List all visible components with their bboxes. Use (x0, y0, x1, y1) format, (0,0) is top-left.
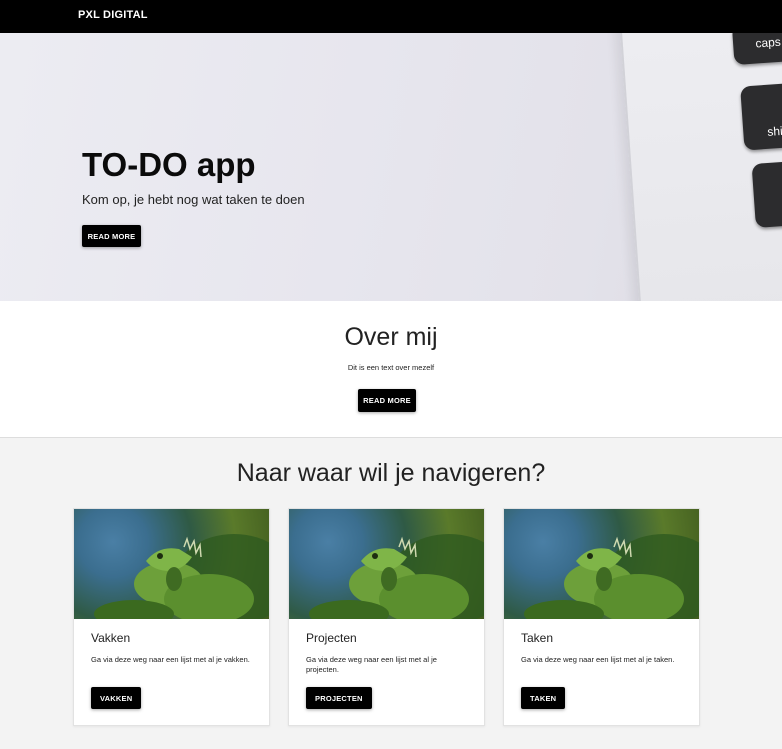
card-projecten: Projecten Ga via deze weg naar een lijst… (288, 508, 485, 726)
card-title: Taken (521, 631, 554, 645)
card-vakken: Vakken Ga via deze weg naar een lijst me… (73, 508, 270, 726)
hero-subtitle: Kom op, je hebt nog wat taken te doen (82, 192, 305, 207)
keyboard-key: fn (751, 159, 782, 228)
hero-title: TO-DO app (82, 146, 256, 183)
card-text: Ga via deze weg naar een lijst met al je… (306, 655, 437, 674)
about-section: Over mij Dit is een text over mezelf REA… (0, 301, 782, 438)
iguana-image (289, 509, 484, 619)
about-title: Over mij (344, 323, 438, 351)
keyboard-key: caps (731, 33, 782, 66)
iguana-image (74, 509, 269, 619)
card-text: Ga via deze weg naar een lijst met al je… (91, 655, 250, 664)
projecten-button[interactable]: PROJECTEN (306, 687, 372, 709)
hero-read-more-button[interactable]: READ MORE (82, 225, 141, 247)
brand-logo-text[interactable]: PXL DIGITAL (78, 9, 148, 21)
hero-banner: caps shift fn TO-DO app Kom op, je hebt … (0, 33, 782, 301)
card-taken: Taken Ga via deze weg naar een lijst met… (503, 508, 700, 726)
about-text: Dit is een text over mezelf (347, 363, 435, 372)
card-title: Projecten (306, 631, 357, 645)
card-text: Ga via deze weg naar een lijst met al je… (521, 655, 675, 664)
taken-button[interactable]: TAKEN (521, 687, 566, 709)
top-navbar: PXL DIGITAL (0, 0, 782, 33)
card-title: Vakken (91, 631, 131, 645)
about-read-more-button[interactable]: READ MORE (358, 389, 416, 412)
laptop-keyboard-image: caps shift fn (618, 33, 782, 301)
navigation-title: Naar waar wil je navigeren? (236, 459, 546, 487)
keyboard-key: shift (740, 81, 782, 151)
iguana-image (504, 509, 699, 619)
vakken-button[interactable]: VAKKEN (91, 687, 142, 709)
